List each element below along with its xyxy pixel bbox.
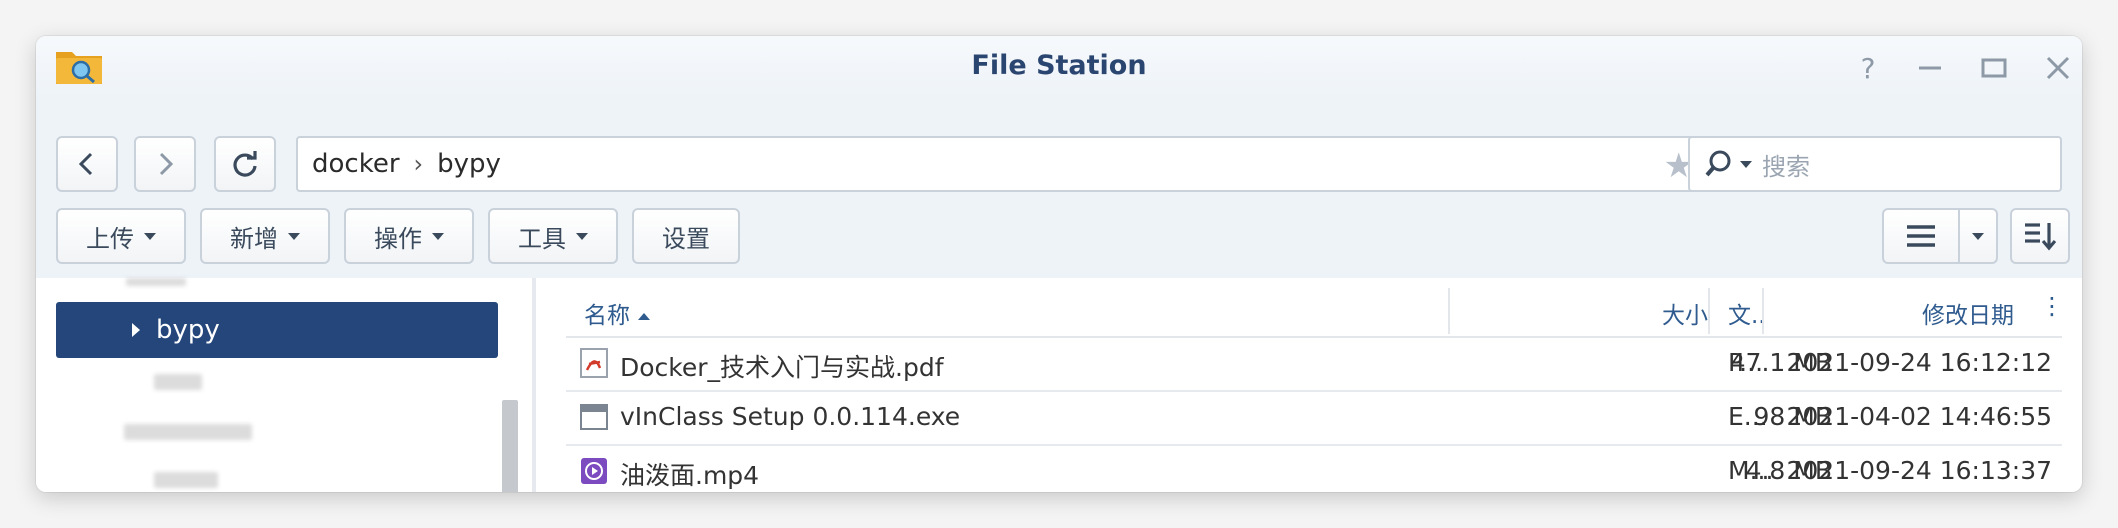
pdf-file-icon — [580, 348, 608, 378]
file-list: 名称 大小 文.. 修改日期 ⋮ Docker_技术入门与实战.pdf 47.1… — [566, 278, 2064, 492]
maximize-icon[interactable] — [1976, 52, 2012, 84]
tools-button[interactable]: 工具 — [488, 208, 618, 264]
file-row[interactable]: Docker_技术入门与实战.pdf 47.1 MB P... 2021-09-… — [566, 336, 2062, 392]
column-header-size[interactable]: 大小 — [1662, 296, 1708, 330]
caret-right-icon[interactable] — [132, 323, 140, 337]
search-input[interactable]: 搜索 — [1688, 136, 2062, 192]
file-type: E... — [1728, 402, 1768, 431]
file-row[interactable]: 油泼面.mp4 4.8 MB M... 2021-09-24 16:13:37 — [566, 444, 2062, 492]
folder-tree-selected[interactable]: bypy — [56, 302, 498, 358]
column-header-name[interactable]: 名称 — [584, 296, 650, 330]
sort-ascending-icon — [638, 313, 650, 320]
column-header-type[interactable]: 文.. — [1728, 296, 1766, 330]
file-type: P... — [1728, 348, 1764, 377]
tools-label: 工具 — [518, 224, 566, 253]
file-type: M... — [1728, 456, 1774, 485]
refresh-button[interactable] — [214, 136, 276, 192]
file-name: vInClass Setup 0.0.114.exe — [620, 402, 961, 431]
forward-button[interactable] — [134, 136, 196, 192]
column-modified-label: 修改日期 — [1922, 303, 2014, 329]
create-label: 新增 — [230, 224, 278, 253]
file-name: Docker_技术入门与实战.pdf — [620, 353, 944, 382]
view-options-dropdown[interactable] — [1958, 208, 1998, 264]
caret-down-icon[interactable] — [1740, 160, 1752, 168]
upload-label: 上传 — [86, 224, 134, 253]
path-segment[interactable]: bypy — [437, 149, 501, 179]
minimize-icon[interactable] — [1912, 52, 1948, 84]
column-separator[interactable] — [1708, 288, 1710, 334]
list-view-button[interactable] — [1882, 208, 1960, 264]
column-separator[interactable] — [1762, 288, 1764, 334]
column-separator[interactable] — [1448, 288, 1450, 334]
column-header-modified[interactable]: 修改日期 — [1922, 296, 2014, 330]
sort-icon — [2025, 223, 2056, 251]
caret-down-icon — [1972, 232, 1984, 240]
file-modified: 2021-09-24 16:12:12 — [1786, 348, 2052, 377]
file-row[interactable]: vInClass Setup 0.0.114.exe 98 MB E... 20… — [566, 390, 2062, 446]
file-list-header: 名称 大小 文.. 修改日期 ⋮ — [566, 284, 2064, 338]
search-placeholder: 搜索 — [1762, 152, 1810, 181]
search-icon[interactable] — [1704, 149, 1734, 179]
title-bar: File Station ? — [36, 36, 2082, 98]
file-modified: 2021-04-02 14:46:55 — [1786, 402, 2052, 431]
close-icon[interactable] — [2040, 52, 2076, 84]
caret-down-icon — [576, 232, 588, 240]
blurred-folder-label — [124, 424, 252, 440]
blurred-folder-label — [126, 278, 186, 286]
video-file-icon — [581, 458, 607, 484]
caret-down-icon — [432, 232, 444, 240]
column-size-label: 大小 — [1662, 303, 1708, 329]
back-button[interactable] — [56, 136, 118, 192]
path-segment[interactable]: docker — [312, 149, 400, 179]
file-station-window: File Station ? docker › bypy ★ 搜索 上传 新增 … — [36, 36, 2082, 492]
operate-label: 操作 — [374, 224, 422, 253]
sort-button[interactable] — [2010, 208, 2070, 264]
upload-button[interactable]: 上传 — [56, 208, 186, 264]
chevron-right-icon — [159, 152, 174, 176]
column-name-label: 名称 — [584, 303, 630, 329]
column-type-label: 文.. — [1728, 303, 1766, 329]
panel-divider[interactable] — [532, 278, 536, 492]
blurred-folder-label — [154, 374, 202, 390]
help-icon[interactable]: ? — [1850, 52, 1886, 85]
list-view-icon — [1907, 225, 1935, 247]
caret-down-icon — [144, 232, 156, 240]
path-separator: › — [413, 150, 424, 178]
operate-button[interactable]: 操作 — [344, 208, 474, 264]
folder-tree-label: bypy — [156, 315, 220, 345]
folder-tree-scrollbar[interactable] — [502, 400, 518, 492]
column-options-icon[interactable]: ⋮ — [2040, 292, 2064, 320]
chevron-left-icon — [78, 152, 93, 176]
create-button[interactable]: 新增 — [200, 208, 330, 264]
path-bar[interactable]: docker › bypy ★ — [296, 136, 1710, 192]
refresh-icon — [233, 151, 257, 177]
file-name: 油泼面.mp4 — [620, 461, 760, 490]
blurred-folder-label — [154, 472, 218, 488]
caret-down-icon — [288, 232, 300, 240]
exe-file-icon — [580, 404, 608, 430]
window-title: File Station — [971, 50, 1147, 81]
file-modified: 2021-09-24 16:13:37 — [1786, 456, 2052, 485]
settings-button[interactable]: 设置 — [632, 208, 740, 264]
settings-label: 设置 — [662, 224, 710, 253]
